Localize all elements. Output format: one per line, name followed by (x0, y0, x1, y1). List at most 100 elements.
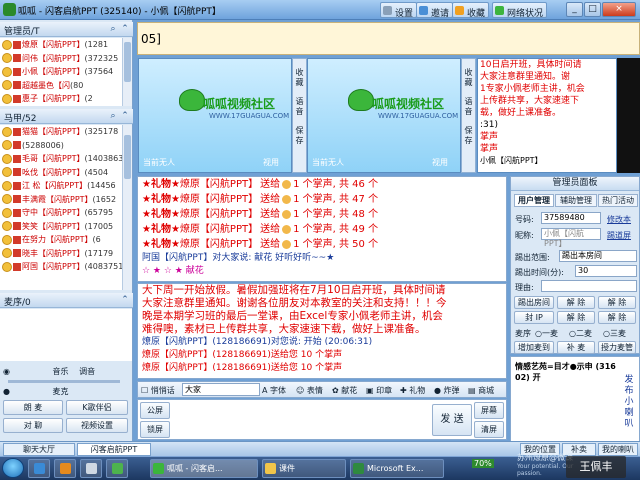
voice-button[interactable]: 语音 (463, 97, 474, 117)
admin-list-header[interactable]: 管理员/T ⌕ ⌃ (0, 22, 133, 37)
minimize-button[interactable]: _ (566, 2, 583, 17)
clear-screen-button[interactable]: 清屏 (474, 421, 504, 438)
radio-mic-2[interactable]: ○二麦 (569, 328, 592, 339)
mic-queue-header[interactable]: 麦序/0 ⌃ (0, 293, 133, 308)
taskbar-ie[interactable] (28, 459, 50, 478)
karaoke-button[interactable]: K歌伴侣 (66, 400, 128, 415)
user-row[interactable]: 在努力【闪航PPT】(6 (0, 233, 122, 247)
search-icon[interactable]: ⌕ (108, 24, 118, 34)
kick-room-button[interactable]: 踢出房间 (514, 296, 554, 309)
user-row[interactable]: 超越墨色【闪(80 (0, 79, 122, 93)
nick-field[interactable]: 小佩【闪航PPT】 (541, 228, 601, 248)
video-settings-button[interactable]: 视频设置 (66, 418, 128, 433)
edit-link[interactable]: 修改本 (607, 214, 631, 225)
volume-slider[interactable] (8, 380, 120, 383)
message-input[interactable]: 公屏 锁屏 发 送 屏幕 清屏 (137, 399, 507, 440)
tab-assist-manage[interactable]: 辅助管理 (555, 194, 597, 207)
vest-scrollbar[interactable] (122, 125, 132, 290)
tab-my-horn[interactable]: 我的喇叭 (598, 443, 638, 456)
user-row[interactable]: (5288006) (0, 139, 122, 153)
tray-network[interactable]: 70% (472, 459, 494, 468)
user-row[interactable]: 晓丰【闪航PPT】(17179 (0, 247, 122, 261)
supply-mic-button[interactable]: 补 麦 (557, 341, 595, 354)
lock-screen-button[interactable]: 锁屏 (140, 421, 170, 438)
private-chat-button[interactable]: 对 聊 (3, 418, 63, 433)
public-screen-button[interactable]: 公屏 (140, 402, 170, 419)
add-mic-button[interactable]: 增加麦到 (514, 341, 554, 354)
maximize-button[interactable]: □ (584, 2, 601, 17)
user-row[interactable]: 惠子【闪航PPT】(2 (0, 92, 122, 106)
mall-button[interactable]: ▤ 商城 (468, 385, 494, 396)
screen-button[interactable]: 屏幕 (474, 402, 504, 419)
stamp-button[interactable]: ▣ 印章 (366, 385, 392, 396)
send-button[interactable]: 发 送 (432, 404, 472, 436)
font-button[interactable]: A 字体 (262, 385, 286, 396)
lecture-video-pane[interactable]: 10日启开班，具体时间请 大家注意群里通知。谢 1专家小佩老师主讲，机会 上传群… (477, 58, 617, 173)
kick-time-field[interactable]: 30 (575, 265, 637, 277)
bomb-button[interactable]: ● 炸弹 (434, 385, 460, 396)
save-button[interactable]: 保存 (463, 126, 474, 146)
user-row[interactable]: 阿国【闪航PPT】(4083751) (0, 260, 122, 274)
taskbar-outlook[interactable] (54, 459, 76, 478)
save-button[interactable]: 保存 (294, 126, 305, 146)
reason-field[interactable] (541, 280, 637, 292)
tab-lobby[interactable]: 聊天大厅 (3, 443, 75, 456)
user-row[interactable]: 燎原【闪航PPT】(1281 (0, 38, 122, 52)
user-row[interactable]: 守中【闪航PPT】(65795 (0, 206, 122, 220)
emoji-button[interactable]: ☺ 表情 (296, 385, 323, 396)
tab-user-manage[interactable]: 用户管理 (514, 194, 554, 207)
vest-list-header[interactable]: 马甲/52 ⌕ ⌃ (0, 109, 133, 124)
radio-mic-3[interactable]: ○三麦 (603, 328, 626, 339)
close-button[interactable]: × (602, 2, 636, 17)
mic-manage-button[interactable]: 授力麦管 (598, 341, 636, 354)
network-status-button[interactable]: 网络状况 (492, 2, 548, 19)
invite-button[interactable]: 邀请 (416, 2, 454, 19)
video-pane-1[interactable]: 呱呱视频社区 WWW.17GUAGUA.COM 当前无人 视用 (138, 58, 292, 173)
mic-label[interactable]: 麦克 (53, 387, 69, 396)
horn-button[interactable]: 发布 小喇叭 (622, 375, 636, 430)
search-icon[interactable]: ⌕ (108, 111, 118, 121)
user-row[interactable]: 猫猫【闪航PPT】(325178 (0, 125, 122, 139)
settings-button[interactable]: 设置 (380, 2, 418, 19)
user-row[interactable]: 笑笑【闪航PPT】(17005 (0, 220, 122, 234)
favorite-button[interactable]: 收藏 (452, 2, 490, 19)
unban-button[interactable]: 解 除 (557, 296, 595, 309)
unban-button-3[interactable]: 解 除 (557, 311, 595, 324)
user-row[interactable]: 毛哥【闪航PPT】(14038637 (0, 152, 122, 166)
speak-button[interactable]: 朗 麦 (3, 400, 63, 415)
user-row[interactable]: 小佩【闪航PPT】(37564 (0, 65, 122, 79)
collapse-icon[interactable]: ⌃ (120, 295, 130, 305)
radio-mic-1[interactable]: ○一麦 (535, 328, 558, 339)
collapse-icon[interactable]: ⌃ (120, 111, 130, 121)
admin-scrollbar[interactable] (122, 38, 132, 106)
gift-button[interactable]: ✚ 礼物 (400, 385, 425, 396)
kick-screen-link[interactable]: 踢道屏 (607, 230, 631, 241)
kick-range-select[interactable]: 踢出本房间 (559, 250, 637, 262)
id-field[interactable]: 37589480 (541, 212, 601, 224)
tab-hot-activity[interactable]: 热门活动 (598, 194, 638, 207)
taskbar-folder[interactable]: 课件 (262, 459, 346, 478)
start-button[interactable] (2, 458, 24, 478)
user-row[interactable]: 问伟【闪航PPT】(372325 (0, 52, 122, 66)
video-pane-2[interactable]: 呱呱视频社区 WWW.17GUAGUA.COM 当前无人 视用 (307, 58, 461, 173)
tune-label[interactable]: 调音 (79, 367, 95, 376)
user-row[interactable]: 吆伐【闪航PPT】(4504 (0, 166, 122, 180)
collapse-icon[interactable]: ⌃ (120, 24, 130, 34)
collect-button[interactable]: 收藏 (294, 68, 305, 88)
taskbar-guagua[interactable]: 呱呱 - 闪客启... (150, 459, 258, 478)
target-select[interactable]: 大家 (182, 383, 260, 396)
taskbar-excel[interactable]: Microsoft Ex... (350, 459, 444, 478)
voice-button[interactable]: 语音 (294, 97, 305, 117)
ban-ip-button[interactable]: 封 IP (514, 311, 554, 324)
unban-button-2[interactable]: 解 除 (598, 296, 636, 309)
unban-button-4[interactable]: 解 除 (598, 311, 636, 324)
flower-button[interactable]: ✿ 献花 (332, 385, 357, 396)
taskbar-app[interactable] (106, 459, 128, 478)
speaker-icon[interactable]: ◉ (3, 367, 10, 376)
tab-room[interactable]: 闪客启航PPT (77, 443, 151, 456)
collect-button[interactable]: 收藏 (463, 68, 474, 88)
private-checkbox[interactable]: ☐ 悄悄话 (141, 385, 175, 396)
user-row[interactable]: 江 松【闪航PPT】(14456 (0, 179, 122, 193)
user-row[interactable]: 丰满霞【闪航PPT】(1652 (0, 193, 122, 207)
taskbar-media[interactable] (80, 459, 102, 478)
